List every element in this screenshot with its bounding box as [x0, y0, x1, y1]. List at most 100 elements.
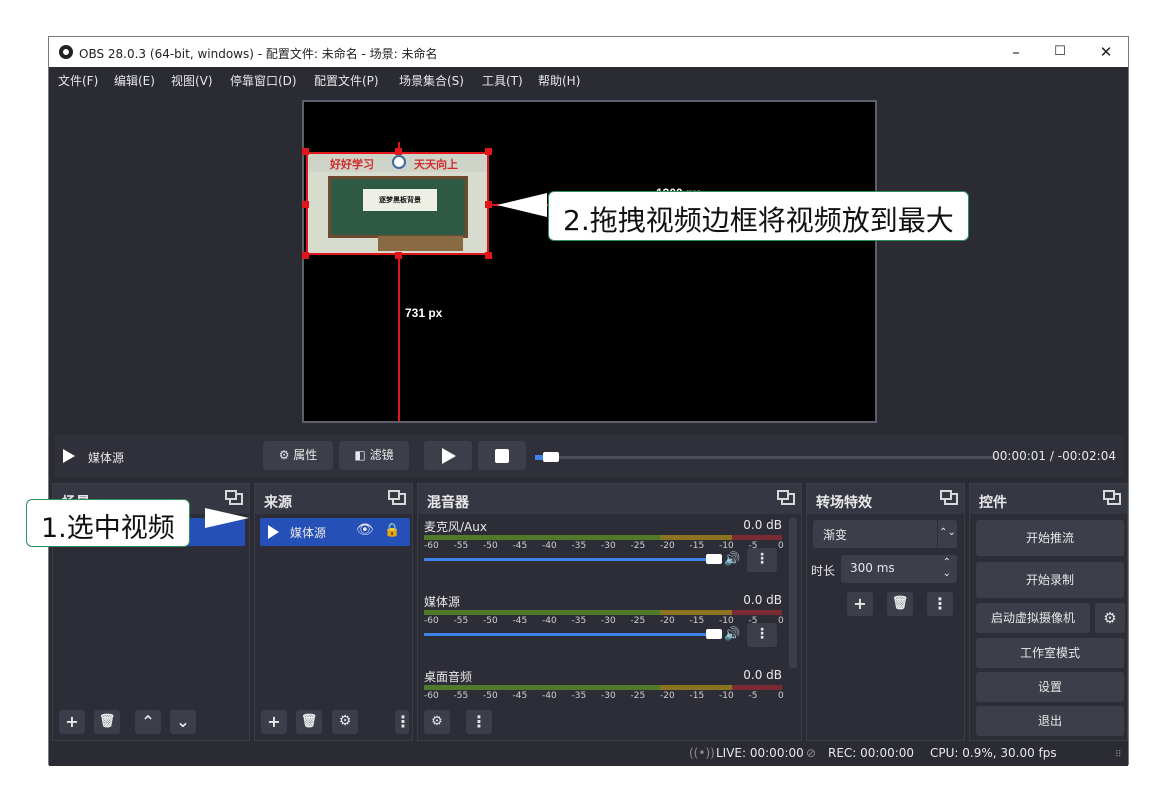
meter-scale-tick: -25 — [630, 691, 646, 701]
speaker-icon[interactable]: 🔊 — [724, 552, 740, 567]
menu-edit[interactable]: 编辑(E) — [114, 72, 155, 89]
meter-scale-tick: -25 — [630, 541, 646, 551]
scene-up-button[interactable]: ⌃ — [135, 710, 161, 734]
controls-title: 控件 — [979, 495, 1007, 511]
meter-scale-tick: -45 — [512, 616, 528, 626]
exit-button[interactable]: 退出 — [976, 706, 1124, 736]
cpu-status: CPU: 0.9%, 30.00 fps — [930, 746, 1057, 760]
undock-icon[interactable] — [1103, 490, 1121, 505]
play-button[interactable] — [424, 441, 472, 470]
properties-label: 属性 — [293, 448, 318, 462]
close-button[interactable]: ✕ — [1083, 37, 1129, 67]
meter-scale-tick: -20 — [660, 541, 675, 551]
properties-button[interactable]: ⚙ 属性 — [263, 441, 333, 470]
remove-scene-button[interactable]: 🗑 — [94, 710, 120, 734]
meter-scale-tick: 0 — [778, 541, 784, 551]
volume-meter — [424, 685, 782, 690]
resize-handle-br[interactable] — [485, 252, 492, 259]
remove-source-button[interactable]: 🗑 — [296, 710, 322, 734]
source-item-media[interactable]: 媒体源 👁 🔒 — [260, 518, 410, 546]
mixer-scrollbar[interactable] — [789, 518, 797, 668]
title-bar: OBS 28.0.3 (64-bit, windows) - 配置文件: 未命名… — [49, 37, 1128, 67]
minimize-button[interactable]: – — [993, 37, 1039, 67]
seek-thumb[interactable] — [543, 452, 559, 462]
callout-step2-pointer — [497, 193, 547, 217]
video-paper-text: 逐梦黑板背景 — [363, 189, 437, 211]
meter-scale-tick: -15 — [689, 541, 705, 551]
undock-icon[interactable] — [225, 490, 243, 505]
meter-scale: -60 -55 -50 -45 -40 -35 -30 -25 -20 -15 -10 -5 0 — [424, 616, 784, 626]
add-scene-button[interactable]: + — [59, 710, 85, 734]
menu-bar: 文件(F) 编辑(E) 视图(V) 停靠窗口(D) 配置文件(P) 场景集合(S… — [49, 67, 1128, 89]
meter-scale-tick: -40 — [542, 541, 557, 551]
start-virtual-camera-button[interactable]: 启动虚拟摄像机 — [976, 603, 1090, 633]
advanced-audio-button[interactable]: ⚙ — [424, 710, 450, 734]
filters-button[interactable]: ◧ 滤镜 — [339, 441, 409, 470]
mixer-more-button[interactable]: ⋮ — [466, 710, 492, 734]
meter-scale-tick: -45 — [512, 541, 528, 551]
undock-icon[interactable] — [940, 490, 958, 505]
resize-handle-tr[interactable] — [485, 148, 492, 155]
undock-icon[interactable] — [777, 490, 795, 505]
video-banner-left: 好好学习 — [330, 158, 374, 171]
speaker-icon[interactable]: 🔊 — [724, 627, 740, 642]
obs-window: OBS 28.0.3 (64-bit, windows) - 配置文件: 未命名… — [48, 36, 1129, 766]
preview-canvas[interactable] — [302, 100, 877, 423]
selected-video-source[interactable]: 好好学习 天天向上 逐梦黑板背景 — [306, 152, 489, 255]
volume-slider[interactable] — [424, 629, 722, 639]
source-properties-button[interactable]: ⚙ — [332, 710, 358, 734]
gear-icon: ⚙ — [278, 448, 290, 462]
menu-tools[interactable]: 工具(T) — [482, 72, 523, 89]
volume-thumb[interactable] — [706, 629, 722, 639]
play-icon — [442, 448, 456, 464]
menu-view[interactable]: 视图(V) — [171, 72, 213, 89]
duration-spinbox[interactable]: 300 ms ⌃ ⌄ — [841, 555, 957, 583]
spin-arrows-icon[interactable]: ⌃ ⌄ — [943, 557, 951, 579]
maximize-button[interactable]: ☐ — [1037, 37, 1083, 67]
add-source-button[interactable]: + — [261, 710, 287, 734]
source-more-button[interactable]: ⋮ — [395, 710, 411, 734]
video-banner: 好好学习 天天向上 — [308, 154, 487, 172]
resize-handle-l[interactable] — [302, 201, 309, 208]
settings-button[interactable]: 设置 — [976, 672, 1124, 702]
start-streaming-button[interactable]: 开始推流 — [976, 520, 1124, 556]
channel-menu-button[interactable]: ⋮ — [747, 623, 777, 647]
menu-help[interactable]: 帮助(H) — [538, 72, 580, 89]
menu-docks[interactable]: 停靠窗口(D) — [230, 72, 297, 89]
resize-handle-bl[interactable] — [302, 252, 309, 259]
channel-menu-button[interactable]: ⋮ — [747, 548, 777, 572]
stop-button[interactable] — [478, 441, 526, 470]
seek-slider[interactable] — [535, 452, 995, 462]
meter-scale-tick: -55 — [453, 541, 469, 551]
volume-slider[interactable] — [424, 554, 722, 564]
preview-area[interactable]: 好好学习 天天向上 逐梦黑板背景 1300 px 731 px 2.拖拽视频边框… — [49, 89, 1128, 429]
menu-scene-collection[interactable]: 场景集合(S) — [399, 72, 464, 89]
visibility-eye-icon[interactable]: 👁 — [356, 522, 374, 538]
scene-down-button[interactable]: ⌄ — [170, 710, 196, 734]
meter-scale-tick: -55 — [453, 616, 469, 626]
lock-icon[interactable]: 🔒 — [384, 523, 400, 538]
undock-icon[interactable] — [388, 490, 406, 505]
meter-scale-tick: -15 — [689, 691, 705, 701]
resize-handle-tl[interactable] — [302, 148, 309, 155]
transition-select[interactable]: 渐变 ⌃⌄ — [813, 520, 957, 548]
volume-meter — [424, 535, 782, 540]
meter-scale-tick: -35 — [571, 616, 587, 626]
source-play-icon — [63, 449, 75, 463]
start-recording-button[interactable]: 开始录制 — [976, 562, 1124, 598]
transitions-dock-header: 转场特效 — [807, 484, 964, 514]
transition-more-button[interactable]: ⋮ — [927, 592, 953, 616]
mixer-dock-header: 混音器 — [418, 484, 801, 514]
menu-profile[interactable]: 配置文件(P) — [314, 72, 379, 89]
studio-mode-button[interactable]: 工作室模式 — [976, 638, 1124, 668]
add-transition-button[interactable]: + — [847, 592, 873, 616]
meter-scale-tick: -40 — [542, 616, 557, 626]
resize-grip-icon[interactable]: ⠿ — [1115, 750, 1122, 760]
virtual-camera-settings-icon[interactable]: ⚙ — [1095, 603, 1125, 633]
mixer-channel-media: 媒体源 0.0 dB -60 -55 -50 -45 -40 -35 -30 -25 -20 -1… — [424, 593, 784, 663]
remove-transition-button[interactable]: 🗑 — [887, 592, 913, 616]
transition-selected: 渐变 — [823, 528, 848, 542]
source-item-label: 媒体源 — [290, 526, 327, 540]
menu-file[interactable]: 文件(F) — [58, 72, 98, 89]
volume-thumb[interactable] — [706, 554, 722, 564]
